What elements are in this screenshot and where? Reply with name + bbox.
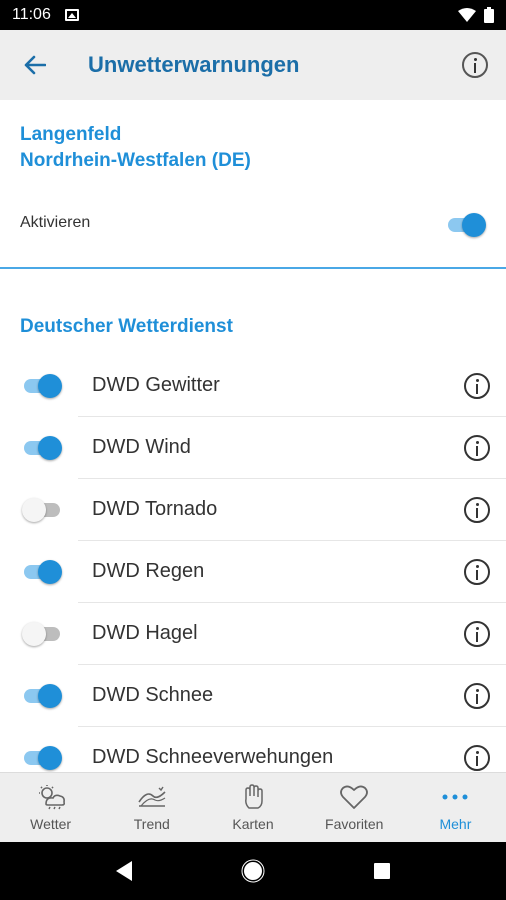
toggle-thumb [38,374,62,398]
info-button[interactable] [462,52,488,78]
toggle-gewitter[interactable] [22,373,62,399]
info-icon [464,745,490,771]
info-icon [464,621,490,647]
app-bar: Unwetterwarnungen [0,30,506,100]
toggle-wind[interactable] [22,435,62,461]
info-icon [462,52,488,78]
activate-row: Aktivieren [0,200,506,250]
battery-icon [484,7,494,23]
nav-label: Karten [232,815,274,832]
info-button[interactable] [464,621,490,647]
status-time: 11:06 [12,6,51,23]
system-home-icon[interactable] [241,859,265,883]
nav-item-wetter[interactable]: Wetter [0,773,101,842]
info-button[interactable] [464,435,490,461]
nav-label: Mehr [439,815,472,832]
warning-label: DWD Regen [92,560,205,582]
info-icon [464,497,490,523]
info-icon [464,683,490,709]
toggle-tornado[interactable] [22,497,62,523]
info-button[interactable] [464,745,490,771]
warning-label: DWD Gewitter [92,374,220,396]
info-button[interactable] [464,559,490,585]
list-item: DWD Regen [0,541,506,603]
warning-list: DWD Gewitter DWD Wind DWD Tornado DWD Re… [0,355,506,789]
map-hand-icon [245,783,263,809]
toggle-schneeverwehungen[interactable] [22,745,62,771]
list-item: DWD Wind [0,417,506,479]
section-title: Deutscher Wetterdienst [20,316,233,337]
activate-label: Aktivieren [20,214,91,231]
toggle-regen[interactable] [22,559,62,585]
image-notification-icon [64,9,79,21]
toggle-schnee[interactable] [22,683,62,709]
back-arrow-icon [24,55,46,75]
toggle-thumb [38,746,62,770]
info-button[interactable] [464,373,490,399]
location-region: Nordrhein-Westfalen (DE) [20,150,251,171]
heart-icon [340,785,369,809]
wifi-icon [458,8,476,22]
info-icon [464,373,490,399]
bottom-nav: Wetter Trend Karten Favoriten Mehr [0,772,506,842]
toggle-hagel[interactable] [22,621,62,647]
warning-label: DWD Tornado [92,498,218,520]
toggle-thumb [22,498,46,522]
activate-toggle[interactable] [446,212,486,238]
section-divider [0,267,506,269]
toggle-thumb [38,560,62,584]
more-dots-icon [442,794,468,799]
location-city: Langenfeld [20,124,122,145]
warning-label: DWD Schneeverwehungen [92,746,334,768]
system-nav-bar [0,842,506,900]
warning-label: DWD Hagel [92,622,198,644]
list-item: DWD Tornado [0,479,506,541]
toggle-thumb [462,213,486,237]
info-icon [464,559,490,585]
nav-item-trend[interactable]: Trend [101,773,202,842]
back-button[interactable] [0,30,70,100]
nav-label: Trend [133,815,170,832]
page-title: Unwetterwarnungen [88,52,300,77]
nav-label: Wetter [30,815,72,832]
system-recents-icon[interactable] [372,861,392,881]
weather-icon [38,784,65,809]
list-item: DWD Schnee [0,665,506,727]
info-icon [464,435,490,461]
list-item: DWD Hagel [0,603,506,665]
nav-item-favoriten[interactable]: Favoriten [304,773,405,842]
nav-item-mehr[interactable]: Mehr [405,773,506,842]
list-item: DWD Gewitter [0,355,506,417]
info-button[interactable] [464,683,490,709]
toggle-thumb [22,622,46,646]
nav-label: Favoriten [325,815,384,832]
toggle-thumb [38,684,62,708]
toggle-thumb [38,436,62,460]
system-back-icon[interactable] [114,860,134,882]
status-bar: 11:06 [0,0,506,30]
warning-label: DWD Wind [92,436,191,458]
trend-icon [138,786,166,807]
location-header: Langenfeld Nordrhein-Westfalen (DE) [20,122,251,174]
warning-label: DWD Schnee [92,684,214,706]
nav-item-karten[interactable]: Karten [202,773,303,842]
status-icons [458,7,494,23]
info-button[interactable] [464,497,490,523]
